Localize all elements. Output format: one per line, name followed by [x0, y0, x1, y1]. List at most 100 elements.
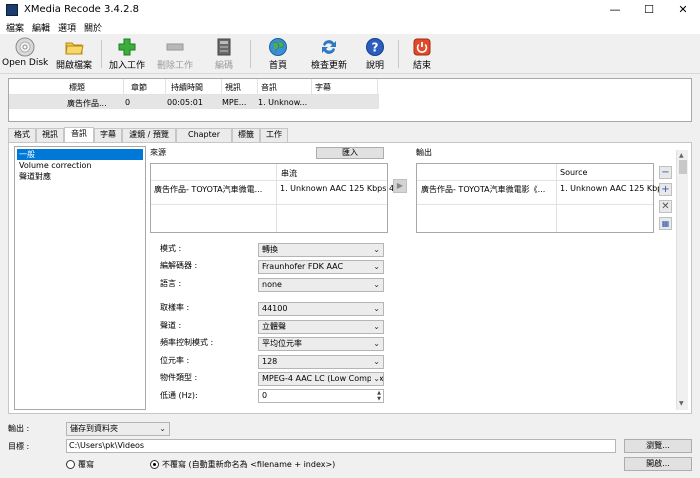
column-divider	[123, 79, 124, 95]
scroll-down-icon[interactable]: ▼	[679, 400, 684, 407]
tab-video[interactable]: 視訊	[36, 128, 64, 142]
codec-select[interactable]: Fraunhofer FDK AAC ⌄	[258, 260, 384, 274]
transfer-arrow-button[interactable]: ▶	[393, 179, 407, 193]
column-header-subtitle[interactable]: 字幕	[315, 82, 331, 93]
job-list[interactable]: 標題 章節 持續時間 視訊 音訊 字幕 廣告作品... 0 00:05:01 M…	[8, 78, 692, 122]
maximize-button[interactable]: ☐	[632, 0, 666, 20]
remove-stream-button[interactable]: −	[659, 166, 672, 179]
open-file-button[interactable]: 開啟檔案	[52, 36, 96, 72]
source-stream-list[interactable]: 串流 廣告作品- TOYOTA汽車微電... 1. Unknown AAC 12…	[150, 163, 404, 233]
column-header-audio[interactable]: 音訊	[261, 82, 277, 93]
chevron-down-icon: ⌄	[373, 304, 380, 313]
chevron-down-icon: ⌄	[373, 262, 380, 271]
tab-subtitle[interactable]: 字幕	[94, 128, 122, 142]
browse-button[interactable]: 瀏覽...	[624, 439, 692, 453]
open-folder-button[interactable]: 開啟...	[624, 457, 692, 471]
bitrate-label: 位元率 :	[160, 356, 190, 365]
codec-label: 編解碼器 :	[160, 261, 198, 270]
column-divider	[165, 79, 166, 95]
source-stream-header: 串流	[281, 169, 297, 178]
overwrite-radio[interactable]	[66, 460, 75, 469]
toolbar-separator	[250, 40, 251, 68]
channels-select[interactable]: 立體聲 ⌄	[258, 320, 384, 334]
list-item-channel-mapping[interactable]: 聲道對應	[17, 171, 143, 182]
stream-grid-button[interactable]: ▦	[659, 217, 672, 230]
plus-icon: +	[661, 184, 670, 195]
sample-rate-select[interactable]: 44100 ⌄	[258, 302, 384, 316]
codec-value: Fraunhofer FDK AAC	[262, 262, 344, 271]
channels-label: 聲道 :	[160, 321, 182, 330]
help-button[interactable]: ? 說明	[358, 36, 392, 72]
mode-label: 模式 :	[160, 244, 182, 253]
output-mode-select[interactable]: 儲存到資料夾 ⌄	[66, 422, 170, 436]
lowpass-spinbox[interactable]: 0 ▲ ▼	[258, 389, 384, 403]
output-stream-list[interactable]: Source 廣告作品- TOYOTA汽車微電影《... 1. Unknown …	[416, 163, 666, 233]
list-item-general[interactable]: 一般	[17, 149, 143, 160]
spin-arrows-icon[interactable]: ▲ ▼	[377, 390, 381, 402]
language-select[interactable]: none ⌄	[258, 278, 384, 292]
source-stream: 1. Unknown AAC 125 Kbps 441	[280, 184, 405, 193]
chevron-down-icon: ⌄	[373, 245, 380, 254]
output-label: 輸出	[416, 148, 432, 157]
tab-filter-preview[interactable]: 濾鏡 / 預覽	[122, 128, 176, 142]
lowpass-label: 低通 (Hz):	[160, 391, 198, 400]
check-update-label: 檢查更新	[310, 61, 347, 71]
chevron-down-icon: ⌄	[373, 280, 380, 289]
remove-job-button[interactable]: 刪除工作	[152, 36, 198, 72]
object-type-value: MPEG-4 AAC LC (Low Complexity	[262, 374, 384, 383]
tab-audio[interactable]: 音訊	[64, 127, 94, 142]
rate-control-select[interactable]: 平均位元率 ⌄	[258, 337, 384, 351]
app-logo-icon	[6, 4, 18, 16]
tab-chapter-editor[interactable]: Chapter Editor	[176, 128, 232, 151]
scroll-up-icon[interactable]: ▲	[679, 152, 684, 159]
encode-button[interactable]: 編碼	[204, 36, 244, 72]
add-stream-button[interactable]: +	[659, 183, 672, 196]
check-update-button[interactable]: 檢查更新	[306, 36, 352, 72]
target-path-input[interactable]: C:\Users\pk\Videos	[66, 439, 616, 453]
title-bar: XMedia Recode 3.4.2.8 — ☐ ✕	[0, 0, 700, 20]
column-header-title[interactable]: 標題	[69, 82, 85, 93]
rate-control-value: 平均位元率	[262, 339, 302, 348]
tab-tags[interactable]: 標籤	[232, 128, 260, 142]
panel-scrollbar[interactable]: ▲ ▼	[676, 150, 688, 410]
list-item-volume-correction[interactable]: Volume correction	[17, 160, 143, 171]
object-type-select[interactable]: MPEG-4 AAC LC (Low Complexity ⌄	[258, 372, 384, 386]
menu-about[interactable]: 關於	[84, 21, 102, 34]
rate-control-label: 頻率控制模式 :	[160, 338, 214, 347]
column-header-duration[interactable]: 持續時間	[171, 82, 203, 93]
remove-job-label: 刪除工作	[156, 61, 193, 71]
tab-format[interactable]: 格式	[8, 128, 36, 142]
menu-edit[interactable]: 編輯	[32, 21, 50, 34]
output-mode-label: 輸出 :	[8, 424, 30, 433]
add-job-button[interactable]: 加入工作	[106, 36, 148, 72]
mode-select[interactable]: 轉換 ⌄	[258, 243, 384, 257]
menu-file[interactable]: 檔案	[6, 21, 24, 34]
help-label: 說明	[365, 61, 384, 71]
menu-options[interactable]: 選項	[58, 21, 76, 34]
toolbar-separator	[398, 40, 399, 68]
table-row[interactable]: 廣告作品... 0 00:05:01 MPE... 1. Unknow...	[9, 95, 379, 109]
column-header-chapter[interactable]: 章節	[131, 82, 147, 93]
close-window-button[interactable]: ✕	[666, 0, 700, 20]
homepage-button[interactable]: 首頁	[258, 36, 298, 72]
column-divider	[556, 164, 557, 232]
audio-category-list[interactable]: 一般 Volume correction 聲道對應	[14, 146, 146, 410]
open-disk-button[interactable]: Open Disk	[2, 36, 48, 72]
bitrate-value: 128	[262, 357, 278, 366]
no-overwrite-radio[interactable]	[150, 460, 159, 469]
clear-stream-button[interactable]: ✕	[659, 200, 672, 213]
language-value: none	[262, 280, 282, 289]
bitrate-select[interactable]: 128 ⌄	[258, 355, 384, 369]
toolbar: Open Disk 開啟檔案 加入工作 刪除工作 編碼 首頁 檢查更新 ? 說明…	[0, 34, 700, 74]
job-list-header: 標題 章節 持續時間 視訊 音訊 字幕	[9, 79, 379, 95]
chevron-down-icon: ⌄	[373, 357, 380, 366]
tab-jobs[interactable]: 工作	[260, 128, 288, 142]
lowpass-value: 0	[262, 391, 268, 400]
exit-label: 結束	[412, 61, 431, 71]
minimize-button[interactable]: —	[598, 0, 632, 20]
scroll-thumb[interactable]	[679, 160, 687, 174]
column-header-video[interactable]: 視訊	[225, 82, 241, 93]
import-button[interactable]: 匯入	[316, 147, 384, 159]
help-icon: ?	[366, 38, 384, 56]
exit-button[interactable]: 結束	[404, 36, 440, 72]
